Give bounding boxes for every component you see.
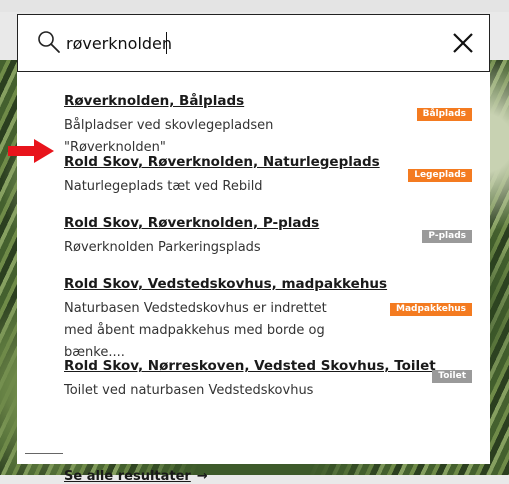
search-icon bbox=[38, 31, 60, 53]
category-badge: P-plads bbox=[422, 230, 472, 243]
result-title[interactable]: Rold Skov, Nørreskoven, Vedsted Skovhus,… bbox=[64, 358, 436, 374]
result-title[interactable]: Røverknolden, Bålplads bbox=[64, 93, 244, 109]
result-title[interactable]: Rold Skov, Vedstedskovhus, madpakkehus bbox=[64, 276, 387, 292]
category-badge: Toilet bbox=[432, 370, 472, 383]
category-badge: Legeplads bbox=[408, 169, 472, 182]
text-caret bbox=[166, 32, 167, 54]
result-description: Røverknolden Parkeringsplads bbox=[64, 240, 261, 255]
category-badge: Bålplads bbox=[416, 108, 472, 121]
result-description: Toilet ved naturbasen Vedstedskovhus bbox=[64, 383, 314, 398]
result-title[interactable]: Rold Skov, Røverknolden, P-plads bbox=[64, 215, 319, 231]
search-panel: Røverknolden, Bålplads Bålpladser ved sk… bbox=[17, 14, 490, 484]
see-all-results-link[interactable]: Se alle resultater → bbox=[64, 469, 208, 484]
arrow-right-icon: → bbox=[196, 469, 208, 484]
result-title[interactable]: Rold Skov, Røverknolden, Naturlegeplads bbox=[64, 154, 380, 170]
search-bar bbox=[17, 14, 490, 72]
see-all-label[interactable]: Se alle resultater bbox=[64, 469, 191, 484]
category-badge: Madpakkehus bbox=[390, 303, 472, 316]
result-description: Naturbasen Vedstedskovhus er indrettet m… bbox=[64, 301, 327, 360]
search-input[interactable] bbox=[66, 29, 426, 57]
top-band bbox=[0, 0, 509, 12]
red-arrow-icon bbox=[8, 139, 54, 163]
divider bbox=[25, 453, 63, 454]
result-description: Bålpladser ved skovlegepladsen "Røverkno… bbox=[64, 118, 274, 155]
result-description: Naturlegeplads tæt ved Rebild bbox=[64, 179, 263, 194]
close-icon[interactable] bbox=[448, 28, 478, 58]
